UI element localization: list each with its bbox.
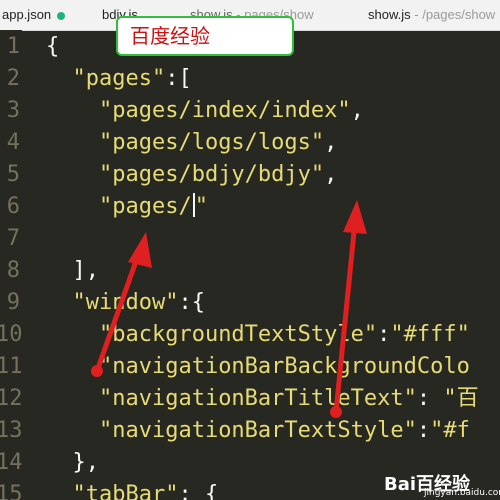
watermark-site: jingyan.baidu.com	[424, 488, 500, 498]
arrow-left	[91, 232, 152, 377]
watermark: Bai百经验 jingyan.baidu.com	[384, 470, 500, 500]
annotation-arrows	[91, 200, 367, 418]
arrow-right	[330, 200, 367, 418]
